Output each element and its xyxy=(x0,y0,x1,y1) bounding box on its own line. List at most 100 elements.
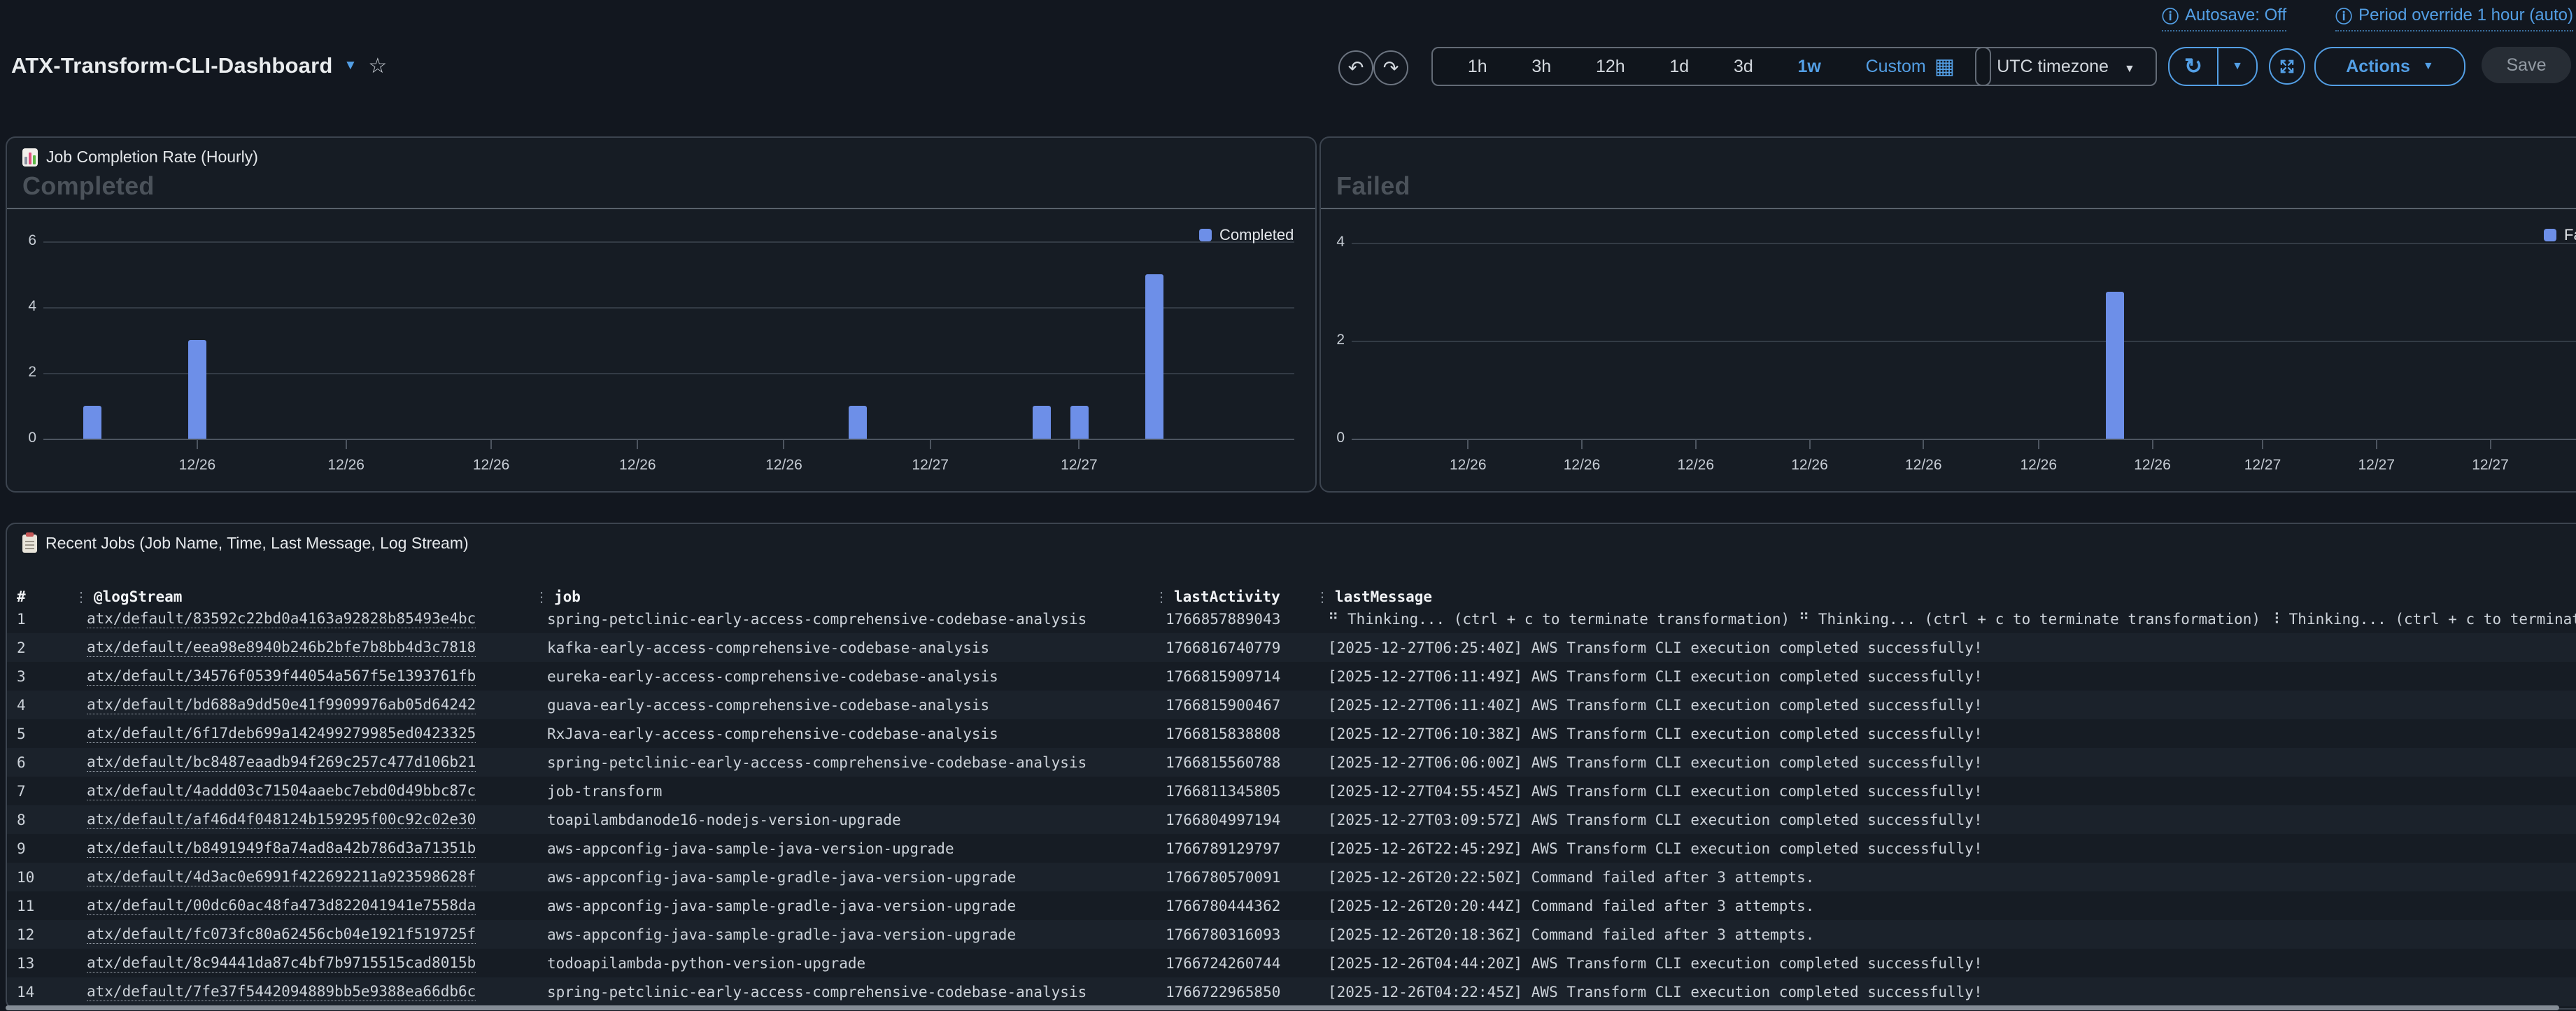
clipboard-icon xyxy=(22,535,37,553)
last-activity-timestamp: 1766780444362 xyxy=(1166,891,1280,920)
favorite-star-icon[interactable] xyxy=(368,54,387,78)
last-message: [2025-12-27T06:10:38Z] AWS Transform CLI… xyxy=(1328,719,1983,748)
log-stream-text[interactable]: atx/default/4d3ac0e6991f422692211a923598… xyxy=(87,868,476,886)
last-message: [2025-12-27T06:06:00Z] AWS Transform CLI… xyxy=(1328,748,1983,777)
undo-button[interactable] xyxy=(1338,50,1373,85)
x-axis-tick xyxy=(637,440,638,449)
log-stream-link[interactable]: atx/default/7fe37f5442094889bb5e9388ea66… xyxy=(87,977,476,1006)
chart-bar[interactable] xyxy=(849,406,867,439)
chart-bar[interactable] xyxy=(2106,292,2124,439)
last-message: [2025-12-26T04:44:20Z] AWS Transform CLI… xyxy=(1328,949,1983,977)
autosave-toggle-link[interactable]: Autosave: Off xyxy=(2162,3,2286,31)
x-axis-tick xyxy=(1581,440,1583,449)
last-message: [2025-12-27T06:25:40Z] AWS Transform CLI… xyxy=(1328,633,1983,662)
time-range-custom[interactable]: Custom xyxy=(1866,54,1955,79)
y-axis-label: 6 xyxy=(8,232,36,249)
log-stream-link[interactable]: atx/default/bd688a9dd50e41f9909976ab05d6… xyxy=(87,691,476,719)
x-axis-tick xyxy=(346,440,347,449)
log-stream-link[interactable]: atx/default/83592c22bd0a4163a92828b85493… xyxy=(87,605,476,633)
log-stream-link[interactable]: atx/default/4d3ac0e6991f422692211a923598… xyxy=(87,863,476,891)
table-row: 14atx/default/7fe37f5442094889bb5e9388ea… xyxy=(7,977,2576,1006)
x-axis-label: 12/26 xyxy=(1547,457,1617,474)
log-stream-link[interactable]: atx/default/34576f0539f44054a567f5e13937… xyxy=(87,662,476,691)
calendar-icon xyxy=(1934,54,1955,79)
log-stream-text[interactable]: atx/default/b8491949f8a74ad8a42b786d3a71… xyxy=(87,840,476,858)
chart-bar[interactable] xyxy=(1033,406,1051,439)
x-axis-tick xyxy=(2152,440,2153,449)
last-activity-timestamp: 1766815909714 xyxy=(1166,662,1280,691)
y-axis-label: 0 xyxy=(1317,430,1345,446)
y-axis-label: 4 xyxy=(1317,234,1345,250)
last-activity-timestamp: 1766815560788 xyxy=(1166,748,1280,777)
log-stream-text[interactable]: atx/default/6f17deb699a142499279985ed042… xyxy=(87,725,476,743)
chart-bar[interactable] xyxy=(1145,274,1163,439)
log-stream-text[interactable]: atx/default/34576f0539f44054a567f5e13937… xyxy=(87,667,476,686)
job-name: aws-appconfig-java-sample-java-version-u… xyxy=(547,834,954,863)
chevron-down-icon[interactable] xyxy=(344,58,358,73)
period-override-link[interactable]: Period override 1 hour (auto) xyxy=(2335,3,2573,31)
refresh-options-button[interactable] xyxy=(2218,48,2256,85)
time-range-12h[interactable]: 12h xyxy=(1596,57,1625,77)
log-stream-text[interactable]: atx/default/7fe37f5442094889bb5e9388ea66… xyxy=(87,983,476,1001)
log-stream-link[interactable]: atx/default/bc8487eaadb94f269c257c477d10… xyxy=(87,748,476,777)
time-range-1w[interactable]: 1w xyxy=(1798,57,1821,77)
time-range-3h[interactable]: 3h xyxy=(1531,57,1551,77)
log-stream-text[interactable]: atx/default/83592c22bd0a4163a92828b85493… xyxy=(87,610,476,628)
last-message: [2025-12-26T22:45:29Z] AWS Transform CLI… xyxy=(1328,834,1983,863)
row-number: 5 xyxy=(17,719,26,748)
last-message: [2025-12-27T06:11:40Z] AWS Transform CLI… xyxy=(1328,691,1983,719)
time-range-3d[interactable]: 3d xyxy=(1734,57,1753,77)
x-axis-tick xyxy=(2376,440,2377,449)
timezone-select[interactable]: UTC timezone xyxy=(1975,47,2157,86)
log-stream-link[interactable]: atx/default/8c94441da87c4bf7b9715515cad8… xyxy=(87,949,476,977)
chart-bar[interactable] xyxy=(188,340,206,439)
last-message: [2025-12-26T04:22:45Z] AWS Transform CLI… xyxy=(1328,977,1983,1006)
x-axis-label: 12/26 xyxy=(1661,457,1731,474)
x-axis-tick xyxy=(197,440,198,449)
actions-label: Actions xyxy=(2346,57,2410,77)
job-name: toapilambdanode16-nodejs-version-upgrade xyxy=(547,805,901,834)
last-message: [2025-12-26T20:18:36Z] Command failed af… xyxy=(1328,920,1814,949)
log-stream-text[interactable]: atx/default/00dc60ac48fa473d822041941e75… xyxy=(87,897,476,915)
failed-chart-legend[interactable]: Failed xyxy=(2544,226,2576,244)
fullscreen-button[interactable] xyxy=(2269,48,2305,85)
log-stream-link[interactable]: atx/default/eea98e8940b246b2bfe7b8bb4d3c… xyxy=(87,633,476,662)
legend-swatch xyxy=(1199,229,1212,241)
log-stream-link[interactable]: atx/default/fc073fc80a62456cb04e1921f519… xyxy=(87,920,476,949)
column-grip-icon xyxy=(1315,588,1329,605)
log-stream-link[interactable]: atx/default/6f17deb699a142499279985ed042… xyxy=(87,719,476,748)
column-grip-icon xyxy=(1154,588,1168,605)
row-number: 4 xyxy=(17,691,26,719)
log-stream-link[interactable]: atx/default/00dc60ac48fa473d822041941e75… xyxy=(87,891,476,920)
time-range-1d[interactable]: 1d xyxy=(1669,57,1689,77)
chart-bar[interactable] xyxy=(1070,406,1089,439)
time-range-1h[interactable]: 1h xyxy=(1468,57,1487,77)
last-activity-timestamp: 1766815900467 xyxy=(1166,691,1280,719)
legend-label: Failed xyxy=(2564,226,2576,244)
x-axis-label: 12/26 xyxy=(602,457,672,474)
timezone-label: UTC timezone xyxy=(1997,57,2109,77)
log-stream-text[interactable]: atx/default/4addd03c71504aaebc7ebd0d49bb… xyxy=(87,782,476,800)
save-button[interactable]: Save xyxy=(2482,47,2571,83)
log-stream-text[interactable]: atx/default/8c94441da87c4bf7b9715515cad8… xyxy=(87,954,476,973)
log-stream-link[interactable]: atx/default/b8491949f8a74ad8a42b786d3a71… xyxy=(87,834,476,863)
job-name: spring-petclinic-early-access-comprehens… xyxy=(547,748,1087,777)
completed-chart-legend[interactable]: Completed xyxy=(1199,226,1294,244)
actions-button[interactable]: Actions xyxy=(2314,47,2465,86)
chart-bar[interactable] xyxy=(83,406,101,439)
log-stream-text[interactable]: atx/default/bc8487eaadb94f269c257c477d10… xyxy=(87,754,476,772)
log-stream-text[interactable]: atx/default/fc073fc80a62456cb04e1921f519… xyxy=(87,926,476,944)
log-stream-text[interactable]: atx/default/af46d4f048124b159295f00c92c0… xyxy=(87,811,476,829)
row-number: 12 xyxy=(17,920,34,949)
log-stream-link[interactable]: atx/default/4addd03c71504aaebc7ebd0d49bb… xyxy=(87,777,476,805)
horizontal-scrollbar[interactable] xyxy=(6,1005,2559,1010)
chevron-down-icon xyxy=(2124,57,2135,77)
legend-label: Completed xyxy=(1219,226,1294,244)
log-stream-text[interactable]: atx/default/bd688a9dd50e41f9909976ab05d6… xyxy=(87,696,476,714)
refresh-button[interactable] xyxy=(2170,48,2218,85)
log-stream-text[interactable]: atx/default/eea98e8940b246b2bfe7b8bb4d3c… xyxy=(87,639,476,657)
row-number: 10 xyxy=(17,863,34,891)
log-stream-link[interactable]: atx/default/af46d4f048124b159295f00c92c0… xyxy=(87,805,476,834)
x-axis-label: 12/26 xyxy=(2118,457,2188,474)
redo-button[interactable] xyxy=(1373,50,1408,85)
